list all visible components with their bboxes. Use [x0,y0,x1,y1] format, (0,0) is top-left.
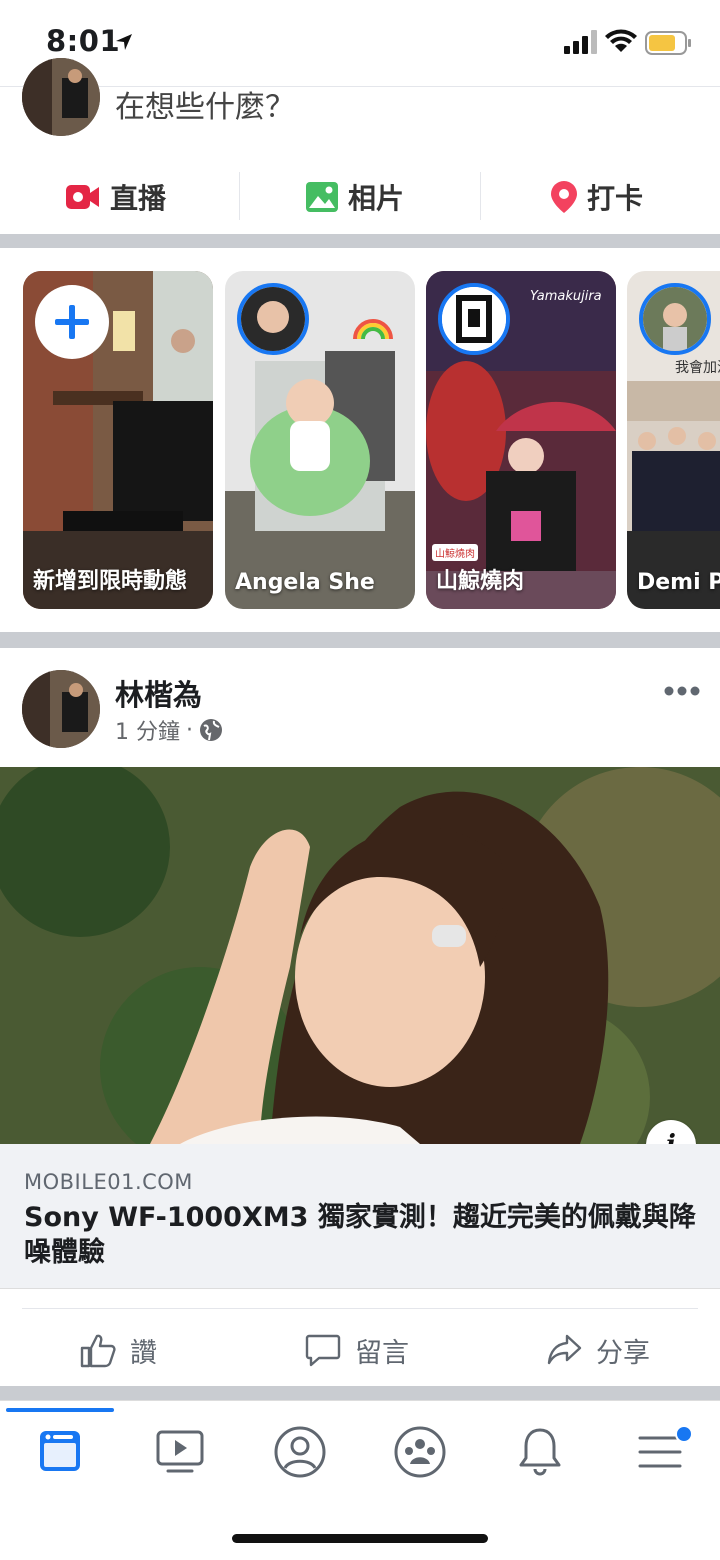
share-button[interactable]: 分享 [546,1325,650,1375]
comment-label: 留言 [355,1337,409,1369]
share-icon [547,1334,582,1365]
live-video-label: 直播 [110,182,167,215]
link-title[interactable]: Sony WF-1000XM3 獨家實測！趨近完美的佩戴與降噪體驗 [24,1200,704,1270]
story-name: 新增到限時動態 [33,569,188,594]
home-indicator [232,1534,488,1543]
story-avatar [639,283,711,355]
thumbs-up-icon [80,1334,116,1368]
divider [22,1308,698,1309]
story-name: 山鯨燒肉 [436,569,525,594]
location-arrow-icon [116,34,132,50]
check-in-label: 打卡 [587,182,644,215]
story-overlay-text: Yamakujira [530,289,602,304]
cellular-signal-icon [564,30,597,54]
story-add[interactable]: 新增到限時動態 [23,271,213,609]
live-video-icon [66,185,99,209]
share-label: 分享 [596,1337,650,1369]
post-time[interactable]: 1 分鐘 [115,714,180,746]
active-tab-indicator [6,1408,114,1412]
live-video-button[interactable]: 直播 [66,160,166,234]
watch-icon[interactable] [152,1424,208,1480]
comment-button[interactable]: 留言 [305,1325,409,1375]
globe-icon [200,719,222,741]
story-badge: 山鯨燒肉 [432,544,478,561]
photo-icon [306,182,338,212]
profile-icon[interactable] [272,1424,328,1480]
post-author-avatar[interactable] [22,670,100,748]
add-story-button[interactable] [35,285,109,359]
story-card[interactable]: 我會加油 Demi Po [627,271,720,609]
story-card[interactable]: Angela She [225,271,415,609]
user-avatar[interactable] [22,58,100,136]
plus-icon [55,305,89,339]
comment-icon [305,1334,341,1367]
notification-badge-dot [675,1425,693,1443]
post-link-image[interactable] [0,767,720,1144]
status-time: 8:01 [46,24,121,58]
story-overlay-text: 我會加油 [675,360,720,376]
wifi-icon [605,29,637,52]
story-name: Angela She [235,570,375,595]
story-card[interactable]: Yamakujira 山鯨燒肉 山鯨燒肉 [426,271,616,609]
section-divider [0,234,720,248]
story-avatar [237,283,309,355]
divider [480,172,481,220]
story-name: Demi Po [637,570,720,595]
news-feed-icon[interactable] [32,1424,88,1480]
post-photo [0,767,720,1144]
composer-placeholder[interactable]: 在想些什麼？ [115,82,295,126]
more-options-icon[interactable] [664,684,700,698]
section-divider [0,632,720,648]
story-avatar [438,283,510,355]
divider [239,172,240,220]
notifications-icon[interactable] [512,1424,568,1480]
groups-icon[interactable] [392,1424,448,1480]
quick-actions-bar: 直播 相片 打卡 [0,160,720,234]
battery-icon [645,31,691,55]
location-pin-icon [551,181,577,213]
photo-button[interactable]: 相片 [306,160,404,234]
like-button[interactable]: 讚 [80,1325,157,1375]
section-divider [0,1386,720,1400]
separator-dot: · [186,717,193,743]
check-in-button[interactable]: 打卡 [551,160,643,234]
photo-label: 相片 [348,182,405,215]
post-meta: 1 分鐘 · [115,714,223,746]
link-domain: MOBILE01.COM [24,1170,193,1194]
composer-bar[interactable] [0,86,720,159]
post-author-name[interactable]: 林楷為 [115,672,202,714]
like-label: 讚 [130,1337,157,1369]
